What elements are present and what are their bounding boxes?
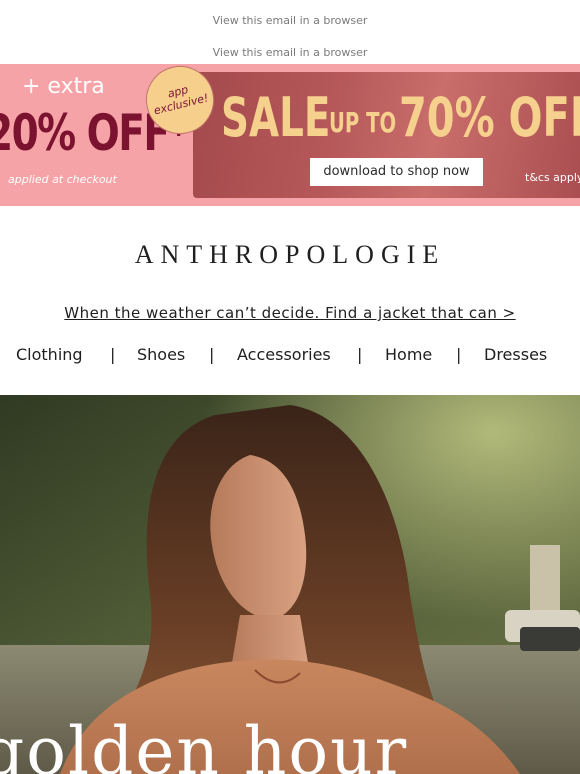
hero-image[interactable]: golden hour bbox=[0, 395, 580, 774]
extra-label: + extra bbox=[22, 74, 105, 99]
nav-item-clothing[interactable]: Clothing bbox=[16, 345, 83, 364]
nav-separator: | bbox=[110, 345, 116, 364]
nav-item-dresses[interactable]: Dresses bbox=[484, 345, 547, 364]
nav-item-home[interactable]: Home bbox=[385, 345, 432, 364]
preheader-top: View this email in a browser bbox=[0, 14, 580, 27]
category-nav: Clothing | Shoes | Accessories | Home | … bbox=[0, 345, 580, 369]
jacket-promo-link[interactable]: When the weather can’t decide. Find a ja… bbox=[64, 304, 515, 322]
download-to-shop-button[interactable]: download to shop now bbox=[310, 158, 483, 186]
promo-line: When the weather can’t decide. Find a ja… bbox=[0, 304, 580, 323]
nav-item-shoes[interactable]: Shoes bbox=[137, 345, 185, 364]
sale-panel: SALE UP TO 70% OFF* download to shop now… bbox=[193, 72, 580, 198]
preheader-second: View this email in a browser bbox=[0, 46, 580, 59]
applied-at-checkout-text: applied at checkout bbox=[8, 173, 117, 186]
view-in-browser-link[interactable]: View this email in a browser bbox=[213, 14, 368, 27]
nav-item-accessories[interactable]: Accessories bbox=[237, 345, 331, 364]
nav-separator: | bbox=[456, 345, 462, 364]
nav-separator: | bbox=[357, 345, 363, 364]
sale-banner[interactable]: + extra 20% OFF* applied at checkout SAL… bbox=[0, 64, 580, 206]
brand-logo[interactable]: ANTHROPOLOGIE bbox=[0, 240, 580, 270]
nav-separator: | bbox=[209, 345, 215, 364]
sale-heading: SALE bbox=[221, 86, 331, 149]
terms-text: t&cs apply bbox=[525, 171, 580, 184]
up-to-label: UP TO bbox=[329, 106, 397, 139]
view-in-browser-link-2[interactable]: View this email in a browser bbox=[213, 46, 368, 59]
percent-off-value: 70% OFF* bbox=[399, 86, 580, 149]
hero-title: golden hour bbox=[0, 713, 409, 774]
